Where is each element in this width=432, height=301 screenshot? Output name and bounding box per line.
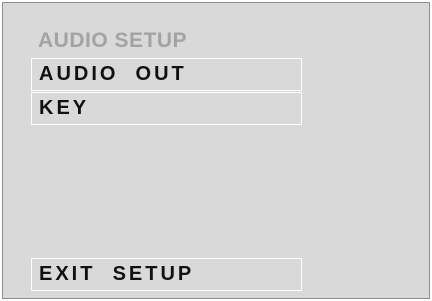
menu-item-label: AUDIO OUT — [39, 63, 187, 85]
menu-item-audio-out[interactable]: AUDIO OUT — [31, 58, 302, 91]
setup-menu-screen: AUDIO SETUP AUDIO OUT KEY EXIT SETUP — [2, 2, 430, 299]
menu-title: AUDIO SETUP — [38, 29, 188, 52]
exit-setup-button[interactable]: EXIT SETUP — [31, 258, 302, 291]
menu-item-key[interactable]: KEY — [31, 92, 302, 125]
menu-item-label: KEY — [39, 97, 90, 119]
exit-setup-label: EXIT SETUP — [39, 263, 195, 285]
